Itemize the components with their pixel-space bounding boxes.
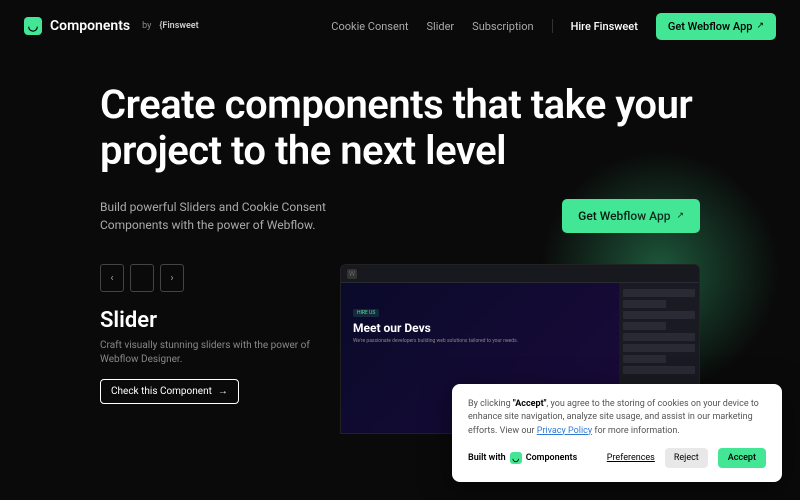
sidebar-item [623, 311, 695, 319]
sidebar-item [623, 289, 695, 297]
hero-cta-label: Get Webflow App [578, 209, 670, 223]
cookie-text-suffix: for more information. [592, 426, 680, 436]
slider-title: Slider [100, 308, 320, 333]
nav-brand[interactable]: ◡ Components by {Finsweet [24, 17, 199, 35]
preferences-button[interactable]: Preferences [607, 453, 655, 463]
privacy-policy-link[interactable]: Privacy Policy [537, 426, 592, 436]
slider-middle-button[interactable] [130, 264, 154, 292]
sidebar-item [623, 333, 695, 341]
logo-icon: ◡ [24, 17, 42, 35]
nav-right: Cookie Consent Slider Subscription Hire … [331, 13, 776, 40]
top-nav: ◡ Components by {Finsweet Cookie Consent… [0, 0, 800, 52]
hero-sub-row: Build powerful Sliders and Cookie Consen… [100, 198, 700, 234]
by-label: by [142, 21, 151, 31]
slider-description: Craft visually stunning sliders with the… [100, 339, 320, 367]
sidebar-item [623, 355, 666, 363]
slider-prev-button[interactable]: ‹ [100, 264, 124, 292]
arrow-right-icon: → [218, 386, 228, 397]
finsweet-label: {Finsweet [159, 21, 198, 31]
chevron-left-icon: ‹ [110, 273, 113, 284]
components-icon: ◡ [510, 452, 522, 464]
nav-cta-label: Get Webflow App [668, 20, 753, 33]
slider-controls: ‹ › [100, 264, 320, 292]
preview-toolbar: W [341, 265, 699, 283]
reject-button[interactable]: Reject [665, 448, 708, 468]
check-component-label: Check this Component [111, 386, 212, 397]
nav-link-subscription[interactable]: Subscription [472, 20, 533, 33]
hero-cta-button[interactable]: Get Webflow App ↗ [562, 199, 700, 233]
nav-link-cookie-consent[interactable]: Cookie Consent [331, 20, 408, 33]
nav-link-hire[interactable]: Hire Finsweet [571, 20, 638, 33]
chevron-right-icon: › [170, 273, 173, 284]
built-with-brand: Components [526, 453, 578, 463]
sidebar-item [623, 366, 695, 374]
arrow-up-right-icon: ↗ [676, 211, 684, 221]
slider-card: ‹ › Slider Craft visually stunning slide… [100, 264, 320, 434]
nav-divider [552, 19, 553, 33]
built-with-label: Built with [468, 453, 506, 463]
accept-button[interactable]: Accept [718, 448, 766, 468]
logo-text: Components [50, 18, 130, 34]
built-with: Built with ◡ Components [468, 452, 577, 464]
hero-section: Create components that take your project… [0, 52, 800, 234]
cookie-footer: Built with ◡ Components Preferences Reje… [468, 448, 766, 468]
check-component-button[interactable]: Check this Component → [100, 379, 239, 404]
cookie-actions: Preferences Reject Accept [607, 448, 766, 468]
hero-title: Create components that take your project… [100, 82, 700, 174]
sidebar-item [623, 344, 695, 352]
preview-title: Meet our Devs [353, 321, 607, 335]
arrow-up-right-icon: ↗ [756, 21, 764, 31]
hero-description: Build powerful Sliders and Cookie Consen… [100, 198, 380, 234]
cookie-consent-banner: By clicking "Accept", you agree to the s… [452, 384, 782, 483]
webflow-icon: W [347, 269, 357, 279]
slider-next-button[interactable]: › [160, 264, 184, 292]
cookie-text: By clicking "Accept", you agree to the s… [468, 398, 766, 439]
nav-cta-button[interactable]: Get Webflow App ↗ [656, 13, 776, 40]
sidebar-item [623, 322, 666, 330]
preview-badge: HIRE US [353, 309, 379, 317]
preview-subtitle: We're passionate developers building web… [353, 338, 607, 345]
sidebar-item [623, 300, 666, 308]
nav-link-slider[interactable]: Slider [427, 20, 455, 33]
cookie-accept-word: "Accept" [513, 399, 547, 409]
cookie-text-prefix: By clicking [468, 399, 513, 409]
